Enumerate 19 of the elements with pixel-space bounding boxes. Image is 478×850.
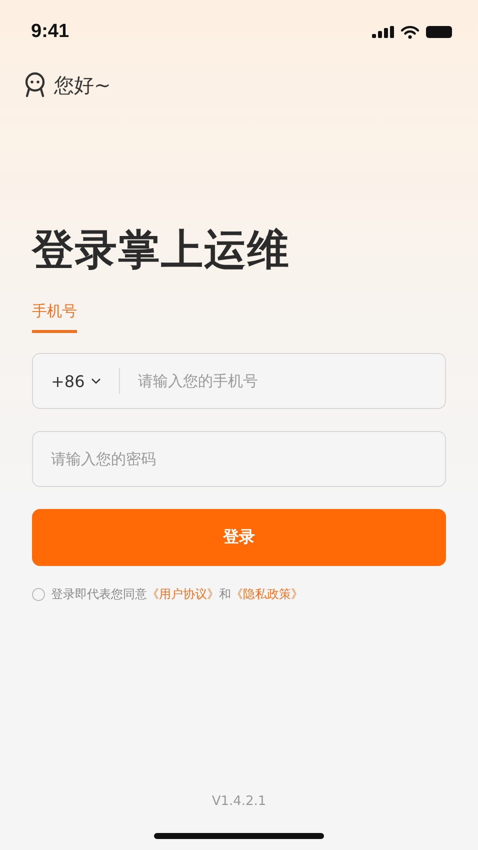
password-field[interactable]: 请输入您的密码 xyxy=(32,431,446,487)
wifi-icon xyxy=(401,26,419,38)
conjunction-text: 和 xyxy=(219,586,231,603)
agreement-checkbox[interactable] xyxy=(32,588,45,601)
signal-icon xyxy=(372,26,394,38)
agreement-text: 登录即代表您同意 xyxy=(51,586,147,603)
chevron-down-icon xyxy=(90,378,101,384)
greeting-text: 您好~ xyxy=(54,72,111,98)
phone-field[interactable]: +86 请输入您的手机号 xyxy=(32,353,446,409)
version-text: V1.4.2.1 xyxy=(210,794,268,809)
login-button[interactable]: 登录 xyxy=(32,509,446,566)
country-code-dropdown[interactable]: +86 xyxy=(33,372,101,390)
status-time: 9:41 xyxy=(31,21,70,43)
robot-icon xyxy=(24,72,46,98)
battery-icon xyxy=(426,26,452,38)
page-title: 登录掌上运维 xyxy=(32,224,291,276)
privacy-policy-link[interactable]: 《隐私政策》 xyxy=(231,586,303,603)
user-agreement-link[interactable]: 《用户协议》 xyxy=(147,586,219,603)
login-tab[interactable]: 手机号 xyxy=(32,302,77,333)
